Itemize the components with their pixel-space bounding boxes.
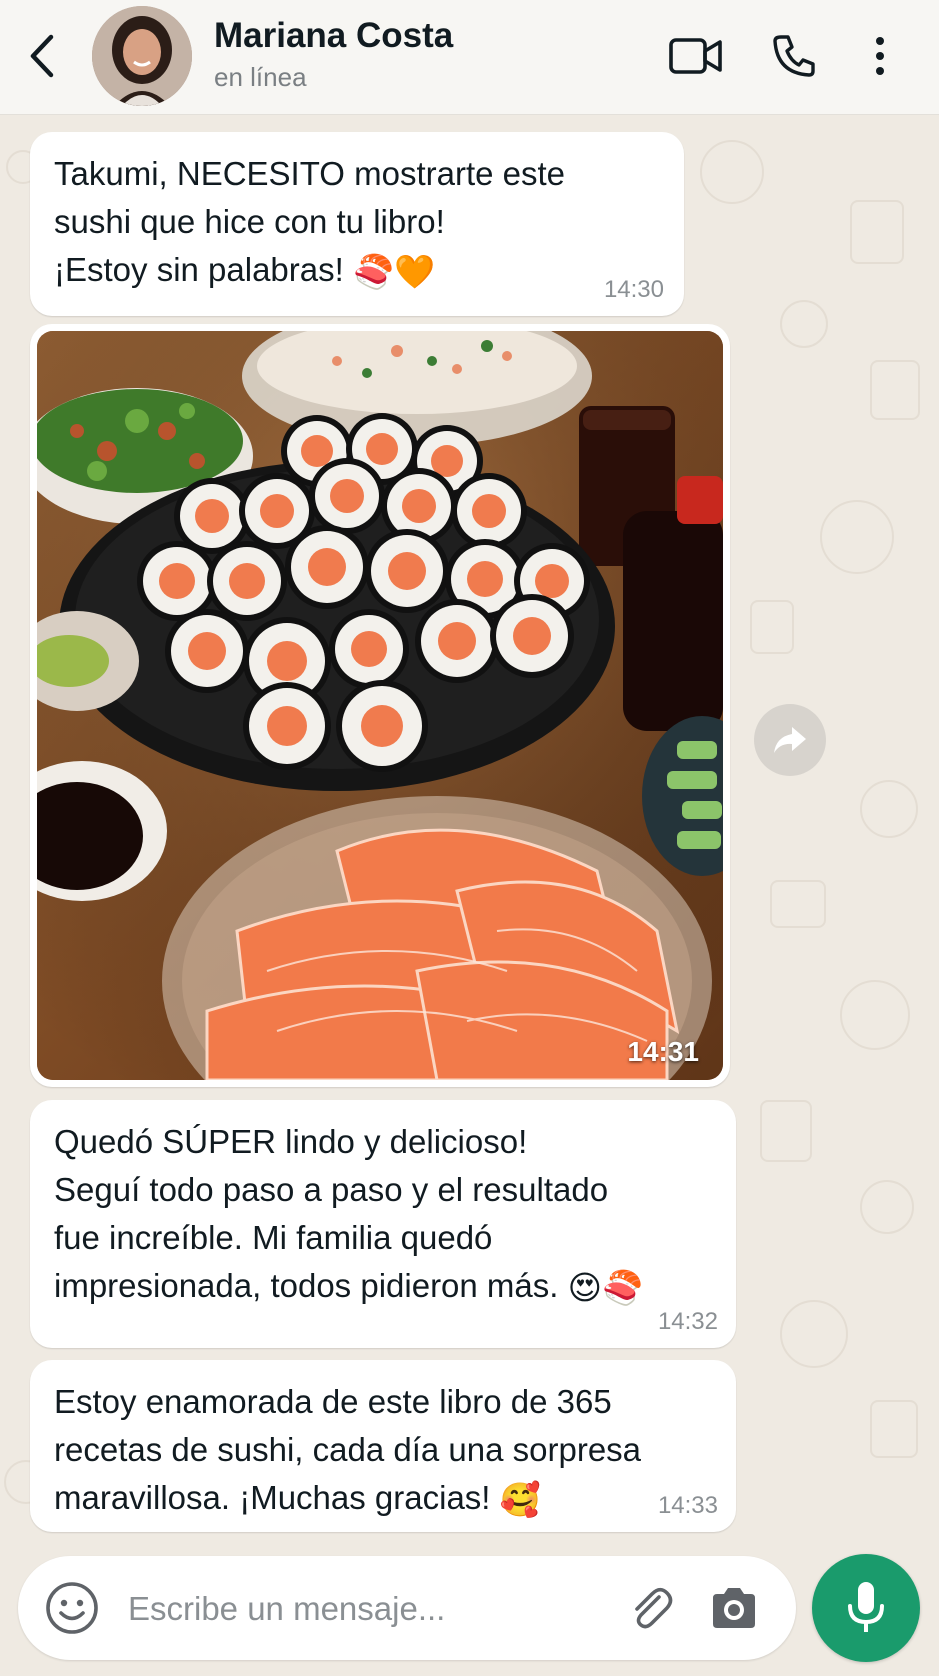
more-options-icon	[876, 37, 884, 75]
forward-icon	[774, 727, 806, 753]
message-time: 14:32	[657, 1308, 718, 1335]
message-input[interactable]	[126, 1580, 600, 1638]
camera-button[interactable]	[702, 1576, 766, 1640]
more-options-button[interactable]	[860, 26, 900, 86]
message-bubble[interactable]: Estoy enamorada de este libro de 365 rec…	[30, 1360, 736, 1532]
smiling-hearts-emoji: 🥰	[499, 1481, 541, 1519]
back-button[interactable]	[22, 28, 62, 84]
image-message[interactable]: 14:31	[30, 324, 730, 1087]
contact-avatar[interactable]	[92, 6, 192, 106]
sushi-photo[interactable]: 14:31	[37, 331, 723, 1080]
voice-call-button[interactable]	[764, 26, 824, 86]
emoji-icon	[46, 1582, 98, 1634]
message-text: Quedó SÚPER lindo y delicioso! Seguí tod…	[54, 1118, 712, 1312]
sushi-heart-emoji: 🍣🧡	[352, 253, 436, 291]
message-text: Takumi, NECESITO mostrarte este sushi qu…	[54, 150, 660, 296]
forward-button[interactable]	[754, 704, 826, 776]
emoji-button[interactable]	[40, 1576, 104, 1640]
image-time: 14:31	[627, 1036, 699, 1067]
heart-eyes-sushi-emoji: 😍🍣	[567, 1269, 644, 1307]
voice-message-button[interactable]	[812, 1554, 920, 1662]
contact-status: en línea	[214, 62, 307, 92]
attach-button[interactable]	[618, 1576, 682, 1640]
back-arrow-icon	[30, 34, 54, 78]
message-bubble[interactable]: Takumi, NECESITO mostrarte este sushi qu…	[30, 132, 684, 316]
contact-name[interactable]: Mariana Costa	[214, 16, 453, 56]
message-composer	[18, 1556, 796, 1660]
chat-header: Mariana Costa en línea	[0, 0, 939, 115]
message-text: Estoy enamorada de este libro de 365 rec…	[54, 1378, 712, 1524]
message-time: 14:30	[603, 276, 664, 303]
microphone-icon	[848, 1582, 884, 1632]
paperclip-icon	[635, 1587, 673, 1629]
message-bubble[interactable]: Quedó SÚPER lindo y delicioso! Seguí tod…	[30, 1100, 736, 1348]
camera-icon	[713, 1588, 755, 1628]
voice-call-icon	[773, 35, 815, 77]
message-time: 14:33	[657, 1492, 718, 1519]
video-call-icon	[669, 38, 722, 74]
video-call-button[interactable]	[666, 26, 726, 86]
